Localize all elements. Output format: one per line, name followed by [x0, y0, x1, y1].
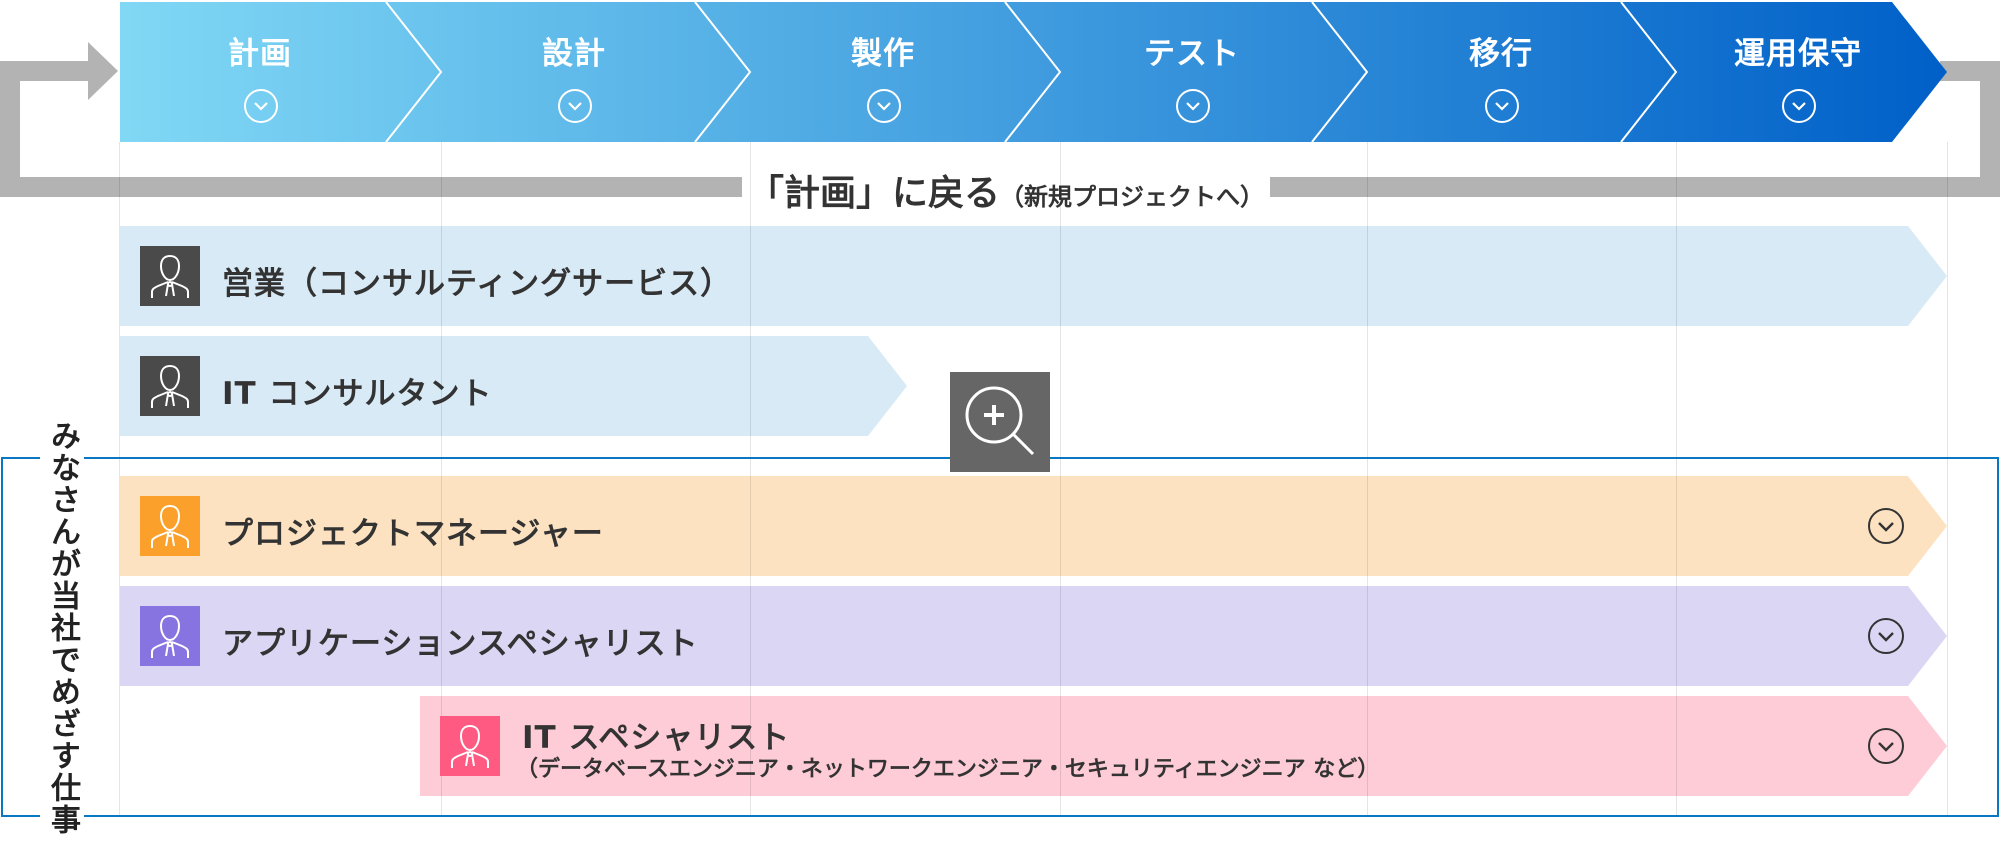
phase-label: 運用保守	[1734, 36, 1862, 72]
person-icon	[140, 496, 200, 556]
person-icon	[140, 606, 200, 666]
chevron-down-circle-icon[interactable]	[557, 88, 593, 124]
role-label: プロジェクトマネージャー	[222, 516, 604, 552]
person-icon	[440, 716, 500, 776]
chevron-down-circle-icon[interactable]	[243, 88, 279, 124]
phase-label: 移行	[1469, 36, 1533, 72]
phase-label: 設計	[542, 36, 606, 72]
person-icon	[140, 246, 200, 306]
phase-label: 製作	[851, 36, 915, 72]
role-label: IT コンサルタント	[222, 376, 493, 412]
person-icon	[140, 356, 200, 416]
chevron-down-circle-icon[interactable]	[1866, 726, 1906, 766]
role-sublabel: （データベースエンジニア・ネットワークエンジニア・セキュリティエンジニア など）	[516, 757, 1380, 782]
zoom-button[interactable]	[950, 372, 1050, 472]
chevron-down-circle-icon[interactable]	[1866, 616, 1906, 656]
phase-label: テスト	[1144, 36, 1240, 72]
target-jobs-label: みなさんが当社でめざす仕事	[40, 420, 84, 836]
chevron-down-circle-icon[interactable]	[866, 88, 902, 124]
zoom-in-icon	[965, 386, 1035, 456]
role-label: 営業（コンサルティングサービス）	[222, 266, 733, 302]
chevron-down-circle-icon[interactable]	[1866, 506, 1906, 546]
role-label: アプリケーションスペシャリスト	[222, 626, 699, 662]
chevron-down-circle-icon[interactable]	[1781, 88, 1817, 124]
chevron-down-circle-icon[interactable]	[1175, 88, 1211, 124]
phase-band-shape	[120, 2, 1947, 142]
chevron-down-circle-icon[interactable]	[1484, 88, 1520, 124]
phase-label: 計画	[228, 36, 292, 72]
